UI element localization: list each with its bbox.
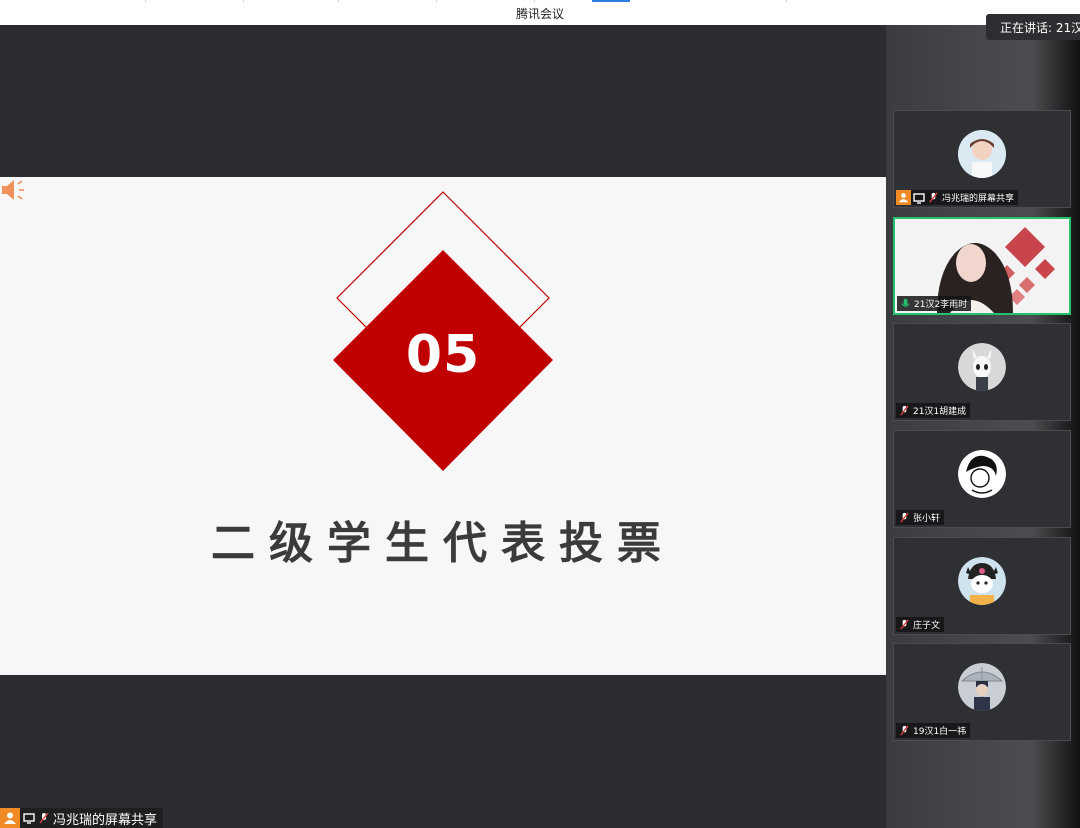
participant-name: 21汉2李雨时 (914, 300, 968, 310)
tab-indicator (592, 0, 630, 2)
speaker-icon[interactable] (0, 177, 28, 203)
window-titlebar: 腾讯会议 (0, 0, 1080, 26)
screen-share-icon (913, 192, 925, 204)
avatar (958, 343, 1006, 391)
participant-tile[interactable]: 19汉1白一祎 (893, 643, 1071, 741)
mic-muted-icon (900, 619, 909, 630)
shared-screen: 05 二级学生代表投票 (0, 25, 886, 828)
user-icon (896, 190, 911, 205)
share-label-text: 冯兆瑞的屏幕共享 (53, 812, 158, 828)
participant-name: 庄子文 (913, 621, 941, 631)
slide-title: 二级学生代表投票 (211, 518, 675, 569)
slide-number: 05 (405, 325, 481, 385)
avatar (958, 663, 1006, 711)
screen-share-icon (23, 813, 35, 824)
screen-share-label: 冯兆瑞的屏幕共享 (0, 808, 164, 828)
participant-tile[interactable]: 21汉2李雨时 (893, 217, 1071, 315)
mic-muted-icon (900, 405, 909, 416)
participant-label: 冯兆瑞的屏幕共享 (896, 190, 1019, 205)
speaking-indicator: 正在讲话: 21汉 (986, 14, 1080, 40)
participant-label: 张小轩 (896, 510, 945, 525)
participant-label: 庄子文 (896, 617, 945, 632)
participant-name: 张小轩 (913, 514, 941, 524)
participant-name: 冯兆瑞的屏幕共享 (942, 194, 1015, 204)
mic-muted-icon (900, 512, 909, 523)
window-title: 腾讯会议 (515, 7, 564, 21)
avatar (958, 557, 1006, 605)
participant-tile[interactable]: 张小轩 (893, 430, 1071, 528)
slide-graphic (333, 191, 553, 471)
participant-name: 21汉1胡建成 (913, 407, 967, 417)
mic-muted-icon (929, 192, 938, 203)
avatar (958, 450, 1006, 498)
mic-muted-icon (39, 812, 49, 824)
participant-label: 21汉1胡建成 (896, 403, 971, 418)
participant-tile[interactable]: 冯兆瑞的屏幕共享 (893, 110, 1071, 208)
participant-name: 19汉1白一祎 (913, 727, 967, 737)
mic-muted-icon (900, 725, 909, 736)
participant-tile[interactable]: 庄子文 (893, 537, 1071, 635)
avatar (958, 130, 1006, 178)
participant-tile[interactable]: 21汉1胡建成 (893, 323, 1071, 421)
mic-active-icon (901, 298, 910, 307)
speaking-text: 正在讲话: 21汉 (1000, 20, 1080, 35)
participant-label: 19汉1白一祎 (896, 723, 971, 738)
presentation-slide: 05 二级学生代表投票 (0, 177, 886, 675)
participant-label: 21汉2李雨时 (897, 296, 972, 311)
user-icon (0, 808, 20, 828)
